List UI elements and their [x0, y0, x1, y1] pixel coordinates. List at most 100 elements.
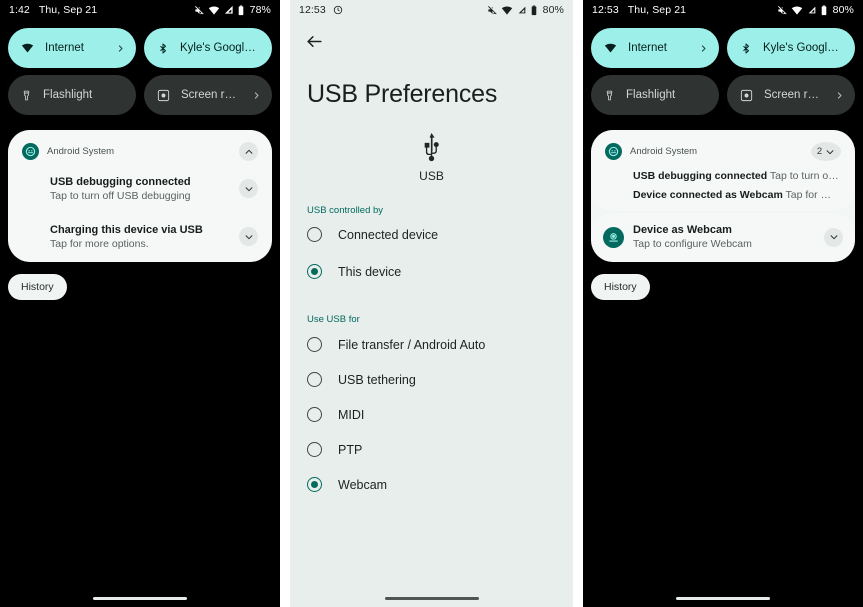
wifi-icon	[791, 5, 803, 16]
chevron-right-icon[interactable]	[252, 91, 261, 100]
screenshot-root: 1:42 Thu, Sep 21 78% Internet Kyle's Goo…	[0, 0, 863, 607]
notification-body: Tap to turn off USB…	[769, 170, 843, 182]
radio-icon[interactable]	[307, 227, 322, 242]
radio-option-webcam[interactable]: Webcam	[290, 467, 573, 502]
battery-percent: 80%	[542, 4, 564, 16]
tile-screen-record-label: Screen record	[181, 89, 241, 101]
tile-flashlight[interactable]: Flashlight	[591, 75, 719, 115]
radio-option-ptp[interactable]: PTP	[290, 432, 573, 467]
chevron-right-icon[interactable]	[699, 44, 708, 53]
radio-label: USB tethering	[338, 372, 416, 387]
radio-icon-selected[interactable]	[307, 264, 322, 279]
radio-label: This device	[338, 264, 402, 279]
chevron-down-icon[interactable]	[239, 179, 258, 198]
signal-icon	[807, 5, 817, 15]
home-indicator[interactable]	[0, 596, 280, 600]
notification-body: Tap to turn off USB debugging	[50, 190, 191, 202]
notification-item[interactable]: Device connected as Webcam Tap for more …	[603, 182, 843, 201]
notification-item[interactable]: USB debugging connected Tap to turn off …	[603, 163, 843, 182]
panel-gap	[280, 0, 290, 607]
usb-preferences-screen: 12:53 80% USB Preferences USB USB contro…	[290, 0, 573, 607]
notification-area: Android System 2 USB debugging connected…	[591, 130, 855, 262]
tile-internet[interactable]: Internet	[8, 28, 136, 68]
signal-icon	[517, 5, 527, 15]
notification-text: Device as Webcam Tap to configure Webcam	[633, 224, 815, 250]
radio-icon[interactable]	[307, 372, 322, 387]
history-button[interactable]: History	[591, 274, 650, 300]
radio-icon-selected[interactable]	[307, 477, 322, 492]
wifi-icon	[208, 5, 220, 16]
status-time: 12:53	[299, 4, 326, 16]
chevron-right-icon[interactable]	[116, 44, 125, 53]
notification-body: Tap for more op…	[785, 189, 843, 201]
quick-settings-tiles: Internet Kyle's Google Pi. Flashlight Sc…	[0, 20, 280, 115]
notification-title: Device connected as Webcam	[633, 189, 783, 201]
radio-label: Webcam	[338, 477, 388, 492]
mute-icon	[194, 5, 205, 16]
wifi-icon	[21, 42, 34, 54]
chevron-right-icon[interactable]	[835, 91, 844, 100]
quick-settings-tiles: Internet Kyle's Google Pi. Flashlight Sc…	[583, 20, 863, 115]
chevron-down-icon[interactable]	[824, 227, 843, 247]
tile-screen-record[interactable]: Screen record	[727, 75, 855, 115]
notification-group-android-system[interactable]: Android System 2 USB debugging connected…	[591, 130, 855, 211]
radio-label: PTP	[338, 442, 363, 457]
tile-screen-record-label: Screen record	[764, 89, 824, 101]
wifi-icon	[604, 42, 617, 54]
tile-screen-record[interactable]: Screen record	[144, 75, 272, 115]
notification-item[interactable]: Charging this device via USB Tap for mor…	[20, 202, 260, 250]
back-arrow-icon[interactable]	[305, 32, 324, 51]
notification-item[interactable]: USB debugging connected Tap to turn off …	[20, 163, 260, 202]
signal-icon	[224, 5, 234, 15]
notification-device-as-webcam[interactable]: Device as Webcam Tap to configure Webcam	[591, 213, 855, 262]
tile-internet[interactable]: Internet	[591, 28, 719, 68]
tile-internet-label: Internet	[45, 42, 84, 54]
home-indicator[interactable]	[290, 596, 573, 600]
radio-option-file-transfer[interactable]: File transfer / Android Auto	[290, 325, 573, 362]
status-bar-left-group: 1:42 Thu, Sep 21	[9, 4, 97, 16]
tile-flashlight[interactable]: Flashlight	[8, 75, 136, 115]
usb-hero-caption: USB	[419, 169, 444, 183]
tile-bluetooth-label: Kyle's Google Pi.	[763, 42, 844, 54]
back-bar	[290, 20, 573, 56]
notification-title: Charging this device via USB	[50, 224, 203, 236]
notification-title: Device as Webcam	[633, 224, 732, 236]
tile-flashlight-label: Flashlight	[43, 89, 93, 101]
status-date: Thu, Sep 21	[38, 4, 98, 16]
radio-option-usb-tethering[interactable]: USB tethering	[290, 362, 573, 397]
radio-option-connected-device[interactable]: Connected device	[290, 216, 573, 253]
notification-app-name: Android System	[47, 146, 115, 157]
radio-icon[interactable]	[307, 337, 322, 352]
radio-icon[interactable]	[307, 407, 322, 422]
status-time: 12:53	[592, 4, 619, 16]
battery-icon	[530, 4, 538, 16]
flashlight-icon	[604, 89, 615, 102]
bluetooth-icon	[157, 42, 169, 55]
history-button[interactable]: History	[8, 274, 67, 300]
quick-settings-shade-left: 1:42 Thu, Sep 21 78% Internet Kyle's Goo…	[0, 0, 280, 607]
webcam-icon	[603, 226, 624, 248]
status-date: Thu, Sep 21	[627, 4, 687, 16]
history-wrapper: History	[591, 274, 855, 300]
chevron-up-icon[interactable]	[239, 142, 258, 161]
notification-area: Android System USB debugging connected T…	[8, 130, 272, 262]
section-label-use-usb-for: Use USB for	[307, 314, 360, 325]
chevron-down-icon[interactable]	[239, 227, 258, 246]
tile-bluetooth[interactable]: Kyle's Google Pi.	[144, 28, 272, 68]
home-indicator[interactable]	[583, 596, 863, 600]
notification-group-android-system[interactable]: Android System USB debugging connected T…	[8, 130, 272, 262]
status-bar-right: 12:53 Thu, Sep 21 80%	[583, 0, 863, 20]
radio-icon[interactable]	[307, 442, 322, 457]
status-bar-left-group: 12:53	[299, 4, 343, 16]
radio-option-midi[interactable]: MIDI	[290, 397, 573, 432]
battery-percent: 78%	[249, 4, 271, 16]
chevron-down-icon	[825, 147, 835, 157]
tile-bluetooth[interactable]: Kyle's Google Pi.	[727, 28, 855, 68]
page-title: USB Preferences	[307, 80, 498, 108]
radio-label: File transfer / Android Auto	[338, 337, 486, 352]
battery-icon	[820, 4, 828, 16]
tile-flashlight-label: Flashlight	[626, 89, 676, 101]
notification-group-expand-button[interactable]: 2	[811, 142, 841, 161]
screen-record-icon	[740, 89, 753, 102]
radio-option-this-device[interactable]: This device	[290, 253, 573, 290]
